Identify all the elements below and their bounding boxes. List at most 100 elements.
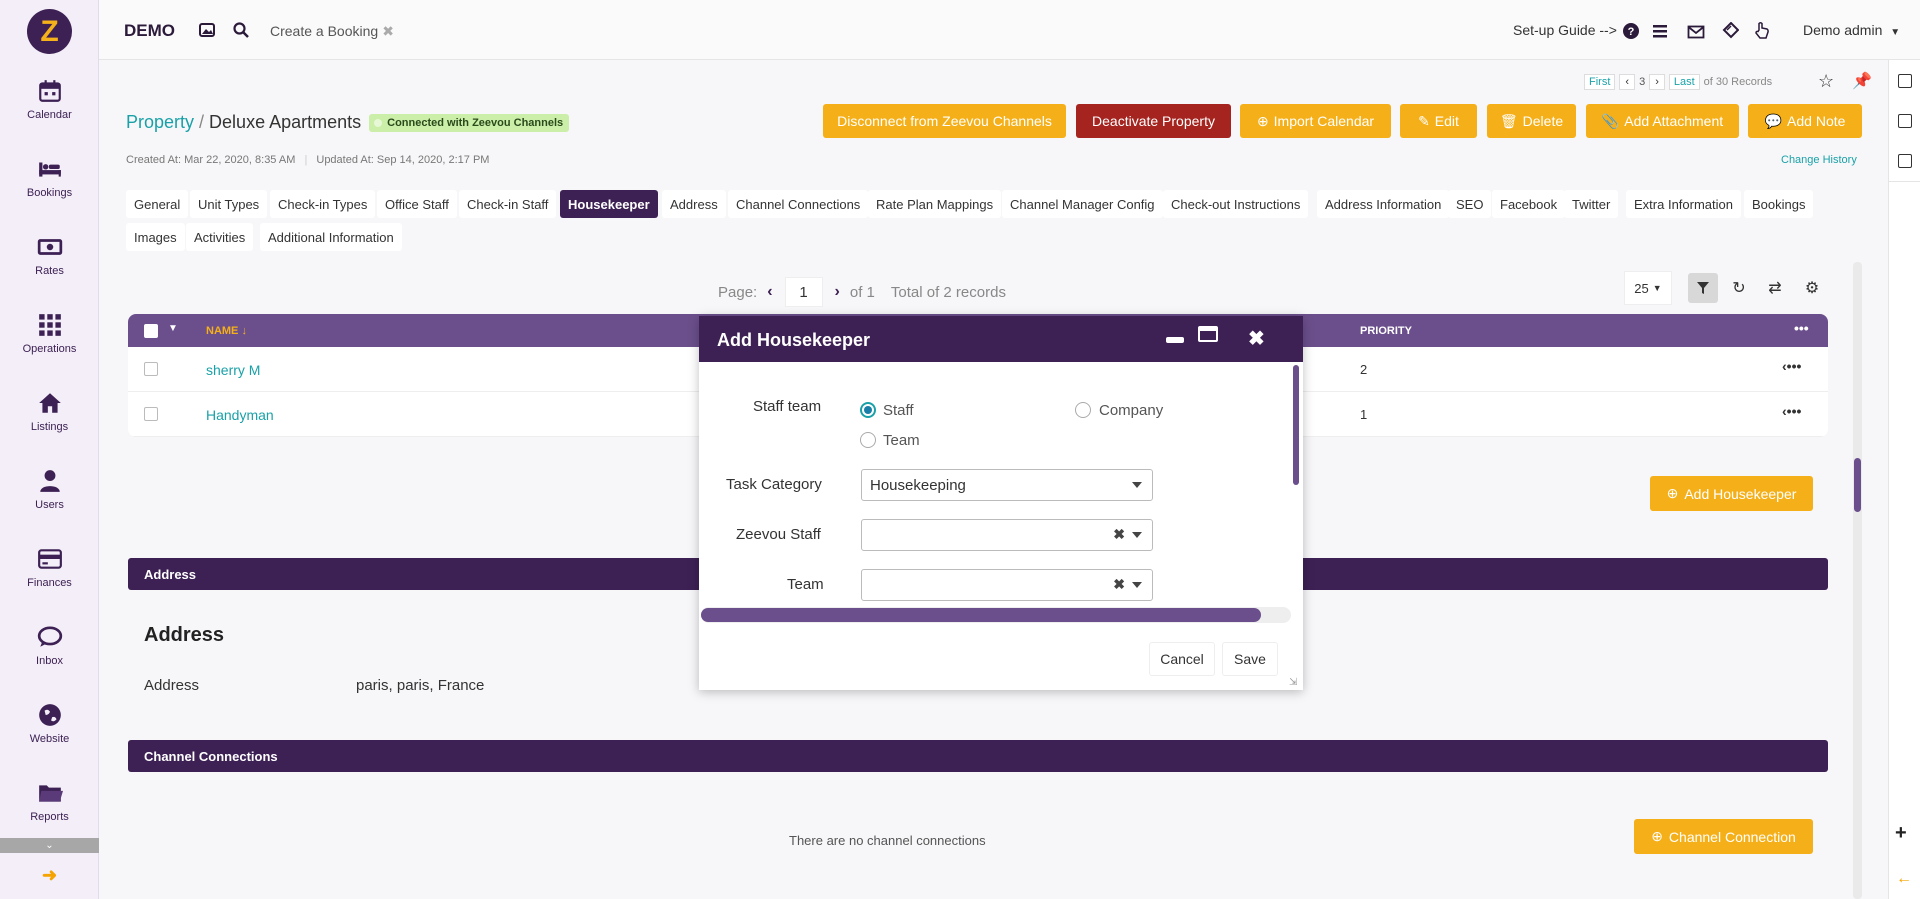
- radio-staff[interactable]: [860, 402, 876, 418]
- import-calendar-button[interactable]: ⊕ Import Calendar: [1240, 104, 1391, 138]
- tab-images[interactable]: Images: [126, 223, 185, 251]
- tab-address[interactable]: Address: [662, 190, 726, 218]
- delete-button[interactable]: 🗑 Delete: [1487, 104, 1576, 138]
- sidebar-item-inbox[interactable]: Inbox: [0, 624, 99, 684]
- ticket-icon[interactable]: [1721, 22, 1739, 40]
- scrollbar-thumb[interactable]: [701, 608, 1261, 622]
- maximize-icon[interactable]: [1198, 326, 1218, 342]
- row-actions-icon[interactable]: ‹•••: [1782, 403, 1801, 419]
- close-icon[interactable]: ✖: [1248, 326, 1265, 351]
- sidebar-item-reports[interactable]: Reports: [0, 780, 99, 840]
- note-icon[interactable]: [1898, 154, 1912, 168]
- housekeeper-name-link[interactable]: Handyman: [206, 407, 274, 423]
- tab-address-information[interactable]: Address Information: [1317, 190, 1450, 218]
- row-checkbox[interactable]: [144, 407, 158, 421]
- prev-page-icon[interactable]: ‹: [767, 283, 772, 301]
- sidebar-item-calendar[interactable]: Calendar: [0, 78, 99, 138]
- tab-check-in-types[interactable]: Check-in Types: [270, 190, 376, 218]
- sidebar-item-operations[interactable]: Operations: [0, 312, 99, 372]
- clear-icon[interactable]: ✖: [1113, 526, 1125, 543]
- column-header-name[interactable]: NAME ↓: [206, 325, 247, 337]
- note-icon[interactable]: [1898, 114, 1912, 128]
- close-tab-icon[interactable]: ✖: [382, 23, 394, 39]
- select-all-checkbox[interactable]: [144, 324, 158, 338]
- tab-twitter[interactable]: Twitter: [1564, 190, 1619, 218]
- cancel-button[interactable]: Cancel: [1149, 642, 1215, 676]
- dialog-header[interactable]: Add Housekeeper ✖: [699, 316, 1303, 362]
- dialog-vertical-scrollbar[interactable]: [1293, 365, 1299, 485]
- resize-handle-icon[interactable]: ⇲: [1289, 677, 1297, 688]
- arrow-left-icon[interactable]: ←: [1896, 870, 1912, 888]
- sidebar-item-bookings[interactable]: Bookings: [0, 156, 99, 216]
- next-page-icon[interactable]: ›: [835, 283, 840, 301]
- edit-button[interactable]: ✎ Edit: [1400, 104, 1477, 138]
- tab-housekeeper[interactable]: Housekeeper: [560, 190, 658, 218]
- add-channel-connection-button[interactable]: ⊕ Channel Connection: [1634, 819, 1813, 854]
- tab-unit-types[interactable]: Unit Types: [190, 190, 268, 218]
- image-icon[interactable]: [198, 21, 216, 39]
- column-header-priority[interactable]: PRIORITY: [1360, 325, 1412, 337]
- change-history-link[interactable]: Change History: [1781, 154, 1857, 166]
- tab-activities[interactable]: Activities: [186, 223, 254, 251]
- sidebar-item-rates[interactable]: Rates: [0, 234, 99, 294]
- sidebar-item-website[interactable]: Website: [0, 702, 99, 762]
- more-options-icon[interactable]: •••: [1794, 320, 1809, 336]
- mail-icon[interactable]: [1687, 23, 1705, 41]
- setup-guide-link[interactable]: Set-up Guide -->: [1513, 22, 1617, 38]
- last-record-link[interactable]: Last: [1668, 74, 1700, 90]
- expand-sidebar-arrow-icon[interactable]: ➜: [0, 865, 99, 886]
- menu-icon[interactable]: [1651, 22, 1669, 40]
- radio-company[interactable]: [1075, 402, 1091, 418]
- row-checkbox[interactable]: [144, 362, 158, 376]
- search-icon[interactable]: [232, 21, 250, 39]
- save-button[interactable]: Save: [1222, 642, 1278, 676]
- caret-down-icon[interactable]: ▼: [168, 323, 178, 334]
- refresh-icon[interactable]: ↻: [1724, 273, 1754, 303]
- tab-rate-plan-mappings[interactable]: Rate Plan Mappings: [868, 190, 1002, 218]
- task-category-select[interactable]: Housekeeping: [861, 469, 1153, 501]
- star-icon[interactable]: ☆: [1818, 71, 1834, 92]
- sidebar-item-listings[interactable]: Listings: [0, 390, 99, 450]
- note-icon[interactable]: [1898, 74, 1912, 88]
- radio-staff-label[interactable]: Staff: [883, 402, 914, 419]
- radio-team-label[interactable]: Team: [883, 432, 920, 449]
- scrollbar-thumb[interactable]: [1854, 458, 1861, 512]
- team-select[interactable]: ✖: [861, 569, 1153, 601]
- minimize-icon[interactable]: [1166, 337, 1184, 343]
- disconnect-channels-button[interactable]: Disconnect from Zeevou Channels: [823, 104, 1066, 138]
- housekeeper-name-link[interactable]: sherry M: [206, 362, 260, 378]
- tab-office-staff[interactable]: Office Staff: [377, 190, 457, 218]
- user-menu[interactable]: Demo admin ▼: [1803, 22, 1900, 38]
- gear-icon[interactable]: ⚙: [1797, 273, 1827, 303]
- open-tab-create-booking[interactable]: Create a Booking ✖: [270, 23, 394, 40]
- sidebar-item-finances[interactable]: Finances: [0, 546, 99, 606]
- prev-record-button[interactable]: ‹: [1619, 74, 1636, 90]
- page-input[interactable]: 1: [784, 277, 823, 307]
- plus-icon[interactable]: +: [1895, 822, 1907, 845]
- zeevou-logo[interactable]: Z: [27, 9, 72, 54]
- tab-channel-connections[interactable]: Channel Connections: [728, 190, 869, 218]
- hand-pointer-icon[interactable]: [1753, 21, 1771, 39]
- dialog-horizontal-scrollbar[interactable]: [701, 607, 1291, 623]
- next-record-button[interactable]: ›: [1649, 74, 1665, 90]
- tab-check-out-instructions[interactable]: Check-out Instructions: [1163, 190, 1309, 218]
- sync-icon[interactable]: ⇄: [1760, 273, 1790, 303]
- filter-icon[interactable]: [1688, 273, 1718, 303]
- tab-facebook[interactable]: Facebook: [1492, 190, 1566, 218]
- pin-icon[interactable]: 📌: [1852, 71, 1872, 91]
- add-housekeeper-button[interactable]: ⊕ Add Housekeeper: [1650, 476, 1813, 511]
- breadcrumb-property-link[interactable]: Property: [126, 112, 194, 133]
- clear-icon[interactable]: ✖: [1113, 576, 1125, 593]
- sidebar-item-users[interactable]: Users: [0, 468, 99, 528]
- tab-channel-manager-config[interactable]: Channel Manager Config: [1002, 190, 1163, 218]
- help-icon[interactable]: ?: [1622, 22, 1640, 40]
- tab-additional-information[interactable]: Additional Information: [260, 223, 402, 251]
- tab-extra-information[interactable]: Extra Information: [1626, 190, 1741, 218]
- tab-seo[interactable]: SEO: [1448, 190, 1492, 218]
- add-attachment-button[interactable]: 📎 Add Attachment: [1586, 104, 1739, 138]
- per-page-select[interactable]: 25 ▼: [1624, 271, 1672, 305]
- tab-check-in-staff[interactable]: Check-in Staff: [459, 190, 557, 218]
- radio-team[interactable]: [860, 432, 876, 448]
- tab-bookings[interactable]: Bookings: [1744, 190, 1814, 218]
- page-scrollbar[interactable]: [1853, 262, 1862, 899]
